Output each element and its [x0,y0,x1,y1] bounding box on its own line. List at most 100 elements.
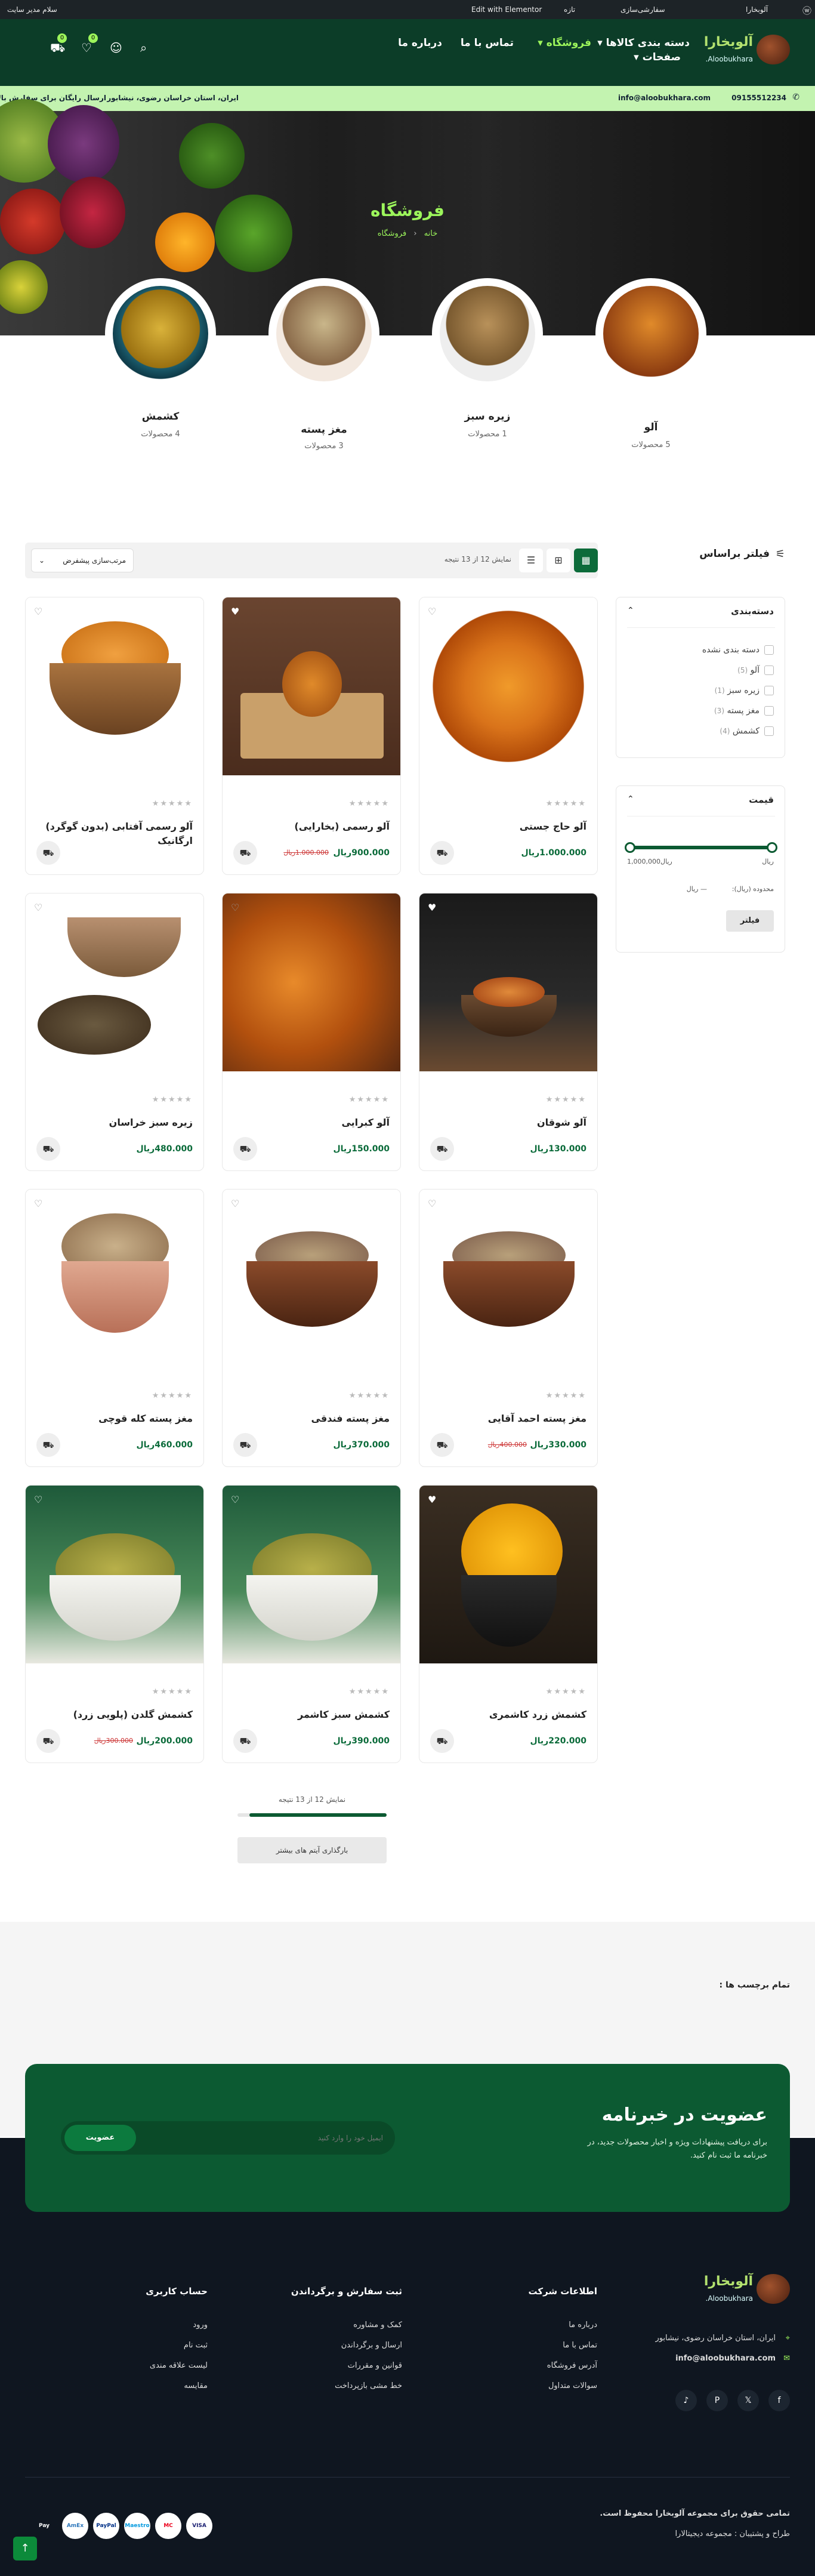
product-title[interactable]: مغز پسته فندقی [234,1412,390,1426]
price-slider-handle-max[interactable] [767,842,777,853]
product-image[interactable] [223,1190,400,1367]
add-to-cart-icon[interactable]: ⛟ [233,1433,257,1457]
add-to-cart-icon[interactable]: ⛟ [233,1137,257,1161]
footer-link[interactable]: مقایسه [184,2381,208,2390]
add-to-cart-icon[interactable]: ⛟ [430,1137,454,1161]
wishlist-heart-icon[interactable]: ♥ [428,902,436,913]
chevron-up-icon[interactable]: ⌃ [627,794,634,804]
add-to-cart-icon[interactable]: ⛟ [36,1137,60,1161]
subscribe-button[interactable]: عضویت [64,2125,136,2151]
add-to-cart-icon[interactable]: ⛟ [36,1433,60,1457]
add-to-cart-icon[interactable]: ⛟ [233,841,257,865]
product-title[interactable]: آلو رسمی (بخارایی) [234,819,390,834]
product-title[interactable]: آلو رسمی آفتابی (بدون گوگرد) ارگانیک [38,819,193,848]
product-image[interactable] [419,1190,597,1367]
footer-link[interactable]: ورود [193,2321,208,2330]
add-to-cart-icon[interactable]: ⛟ [36,841,60,865]
product-card[interactable]: ♡ ★★★★★ مغز پسته کله قوچی 460.000ریال ⛟ [25,1189,204,1467]
admin-greeting[interactable]: سلام مدیر سایت [7,5,57,14]
product-title[interactable]: کشمش گلدن (پلویی زرد) [38,1708,193,1722]
price-slider-track[interactable] [629,846,773,849]
footer-link[interactable]: آدرس فروشگاه [547,2361,597,2370]
wishlist-heart-icon[interactable]: ♡ [34,902,42,913]
admin-customize[interactable]: سفارشی‌سازی [620,5,665,14]
filter-cat-option[interactable]: کشمش (4) [720,726,774,736]
wishlist-heart-icon[interactable]: ♡ [231,1198,239,1209]
nav-about[interactable]: درباره ما [398,37,442,49]
add-to-cart-icon[interactable]: ⛟ [430,1433,454,1457]
load-more-button[interactable]: بارگذاری آیتم های بیشتر [237,1837,387,1863]
wishlist-heart-icon[interactable]: ♥ [231,606,239,617]
add-to-cart-icon[interactable]: ⛟ [36,1729,60,1753]
product-image[interactable] [419,597,597,775]
category-name[interactable]: آلو [591,421,711,433]
category-name[interactable]: مغز پسته [264,424,384,436]
breadcrumb-home[interactable]: خانه [424,229,438,238]
wishlist-icon[interactable]: ♡ [81,41,92,55]
footer-link[interactable]: سوالات متداول [548,2381,597,2390]
wishlist-heart-icon[interactable]: ♡ [34,606,42,617]
add-to-cart-icon[interactable]: ⛟ [430,841,454,865]
wishlist-heart-icon[interactable]: ♡ [428,606,436,617]
filter-cat-option[interactable]: زیره سبز (1) [715,686,774,695]
wishlist-heart-icon[interactable]: ♡ [428,1198,436,1209]
category-name[interactable]: زیره سبز [428,411,547,423]
footer-link[interactable]: ارسال و برگرداندن [341,2341,402,2350]
wishlist-heart-icon[interactable]: ♥ [428,1494,436,1505]
search-icon[interactable]: ⌕ [140,41,147,55]
footer-link[interactable]: لیست علاقه مندی [150,2361,208,2370]
wishlist-heart-icon[interactable]: ♡ [231,1494,239,1505]
site-logo[interactable]: آلوبخارا Aloobukhara. [700,31,790,74]
nav-categories[interactable]: دسته بندی کالاها ▾ [597,37,690,49]
product-card[interactable]: ♥ ★★★★★ آلو شوقان 130.000ریال ⛟ [419,893,598,1171]
topbar-email[interactable]: info@aloobukhara.com [618,94,711,102]
admin-edit-elementor[interactable]: Edit with Elementor [471,5,542,14]
product-image[interactable] [223,597,400,775]
nav-shop[interactable]: فروشگاه ▾ [538,37,591,49]
wishlist-heart-icon[interactable]: ♡ [34,1198,42,1209]
nav-pages[interactable]: صفحات ▾ [634,51,681,63]
product-card[interactable]: ♡ ★★★★★ مغز پسته فندقی 370.000ریال ⛟ [222,1189,401,1467]
product-card[interactable]: ♡ ★★★★★ کشمش سبز کاشمر 390.000ریال ⛟ [222,1485,401,1763]
scroll-top-button[interactable]: ↑ [13,2537,37,2560]
footer-link[interactable]: کمک و مشاوره [353,2321,402,2330]
product-card[interactable]: ♡ ★★★★★ زیره سبز خراسان 480.000ریال ⛟ [25,893,204,1171]
sort-select[interactable]: مرتب‌سازی پیشفرض ⌄ [31,549,134,572]
product-title[interactable]: زیره سبز خراسان [38,1116,193,1130]
grid-3-icon[interactable]: ▦ [574,549,598,572]
add-to-cart-icon[interactable]: ⛟ [430,1729,454,1753]
price-slider-handle-min[interactable] [625,842,635,853]
footer-link[interactable]: ثبت نام [184,2341,208,2350]
product-title[interactable]: آلو حاج جستی [431,819,586,834]
product-card[interactable]: ♡ ★★★★★ آلو حاج جستی 1.000.000ریال ⛟ [419,597,598,875]
product-image[interactable] [26,1190,203,1367]
footer-logo[interactable]: آلوبخارا Aloobukhara. [700,2270,790,2312]
product-image[interactable] [419,893,597,1071]
tiktok-icon[interactable]: ♪ [675,2390,697,2411]
category-circle-alu[interactable] [595,278,706,389]
nav-contact[interactable]: تماس با ما [461,37,514,49]
category-circle-zireh[interactable] [432,278,543,389]
wordpress-icon[interactable]: ⓦ [802,4,811,17]
topbar-phone[interactable]: 09155512234 [731,94,786,102]
admin-new[interactable]: تازه [564,5,575,14]
product-image[interactable] [26,1486,203,1663]
footer-email[interactable]: info@aloobukhara.com [675,2354,776,2363]
product-title[interactable]: آلو شوقان [431,1116,586,1130]
product-card[interactable]: ♡ ★★★★★ آلو کبرایی 150.000ریال ⛟ [222,893,401,1171]
footer-link[interactable]: قوانین و مقررات [348,2361,402,2370]
product-title[interactable]: مغز پسته احمد آقایی [431,1412,586,1426]
twitter-icon[interactable]: 𝕏 [737,2390,759,2411]
product-card[interactable]: ♡ ★★★★★ کشمش گلدن (پلویی زرد) 200.000ریا… [25,1485,204,1763]
grid-2-icon[interactable]: ⊞ [547,549,570,572]
product-image[interactable] [223,1486,400,1663]
footer-link[interactable]: تماس با ما [563,2341,597,2350]
chevron-up-icon[interactable]: ⌃ [627,606,634,615]
product-card[interactable]: ♡ ★★★★★ آلو رسمی آفتابی (بدون گوگرد) ارگ… [25,597,204,875]
product-image[interactable] [419,1486,597,1663]
wishlist-heart-icon[interactable]: ♡ [231,902,239,913]
pinterest-icon[interactable]: P [706,2390,728,2411]
product-image[interactable] [223,893,400,1071]
filter-cat-option[interactable]: دسته بندی نشده [702,645,774,655]
product-card[interactable]: ♥ ★★★★★ کشمش زرد کاشمری 220.000ریال ⛟ [419,1485,598,1763]
